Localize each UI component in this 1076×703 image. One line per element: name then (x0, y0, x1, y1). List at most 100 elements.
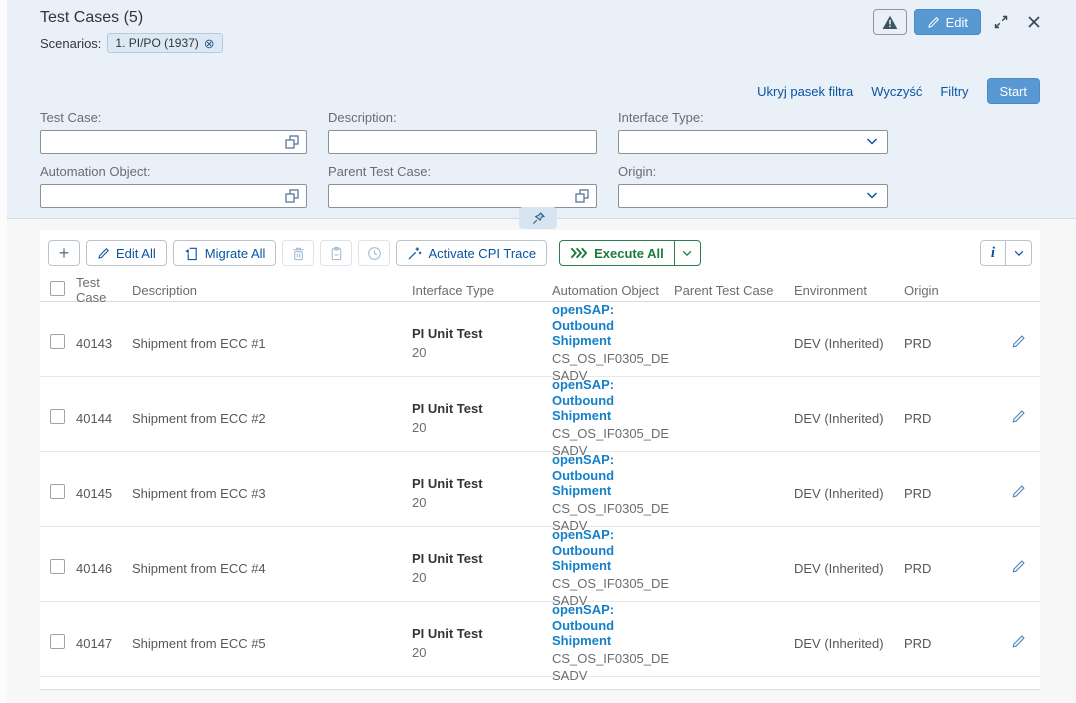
hide-filter-bar-link[interactable]: Ukryj pasek filtra (757, 84, 853, 99)
table-row: 40145 Shipment from ECC #3 PI Unit Test … (40, 452, 1040, 527)
chevron-down-icon[interactable] (865, 134, 881, 150)
select-all-checkbox[interactable] (50, 281, 65, 296)
column-header-automation-object[interactable]: Automation Object (552, 283, 674, 298)
test-case-input[interactable] (41, 131, 306, 153)
activate-cpi-trace-button[interactable]: Activate CPI Trace (396, 240, 547, 266)
parent-test-case-input[interactable] (329, 185, 596, 207)
pin-filter-bar-button[interactable] (519, 207, 557, 229)
filter-field-parent-test-case: Parent Test Case: (328, 164, 597, 208)
row-edit-button[interactable] (1011, 484, 1026, 499)
token-remove-icon[interactable]: ⊗ (204, 37, 215, 50)
cell-automation-object: openSAP: Outbound Shipment CS_OS_IF0305_… (552, 527, 674, 610)
table-header: Test Case Description Interface Type Aut… (40, 275, 1040, 302)
automation-object-link[interactable]: openSAP: Outbound Shipment (552, 302, 674, 349)
cell-interface-type: PI Unit Test 20 (412, 401, 552, 435)
cell-description: Shipment from ECC #1 (132, 336, 412, 351)
table-row: 40147 Shipment from ECC #5 PI Unit Test … (40, 602, 1040, 677)
cell-interface-type: PI Unit Test 20 (412, 326, 552, 360)
filter-field-interface-type: Interface Type: (618, 110, 888, 154)
add-button[interactable]: + (48, 240, 80, 266)
info-split-button: i (980, 240, 1032, 266)
execute-all-button[interactable]: Execute All (560, 241, 674, 265)
table-row: 40144 Shipment from ECC #2 PI Unit Test … (40, 377, 1040, 452)
scenarios-label: Scenarios: (40, 36, 101, 51)
execute-all-menu-arrow[interactable] (674, 241, 700, 265)
row-edit-button[interactable] (1011, 409, 1026, 424)
migrate-icon (184, 246, 199, 261)
cell-environment: DEV (Inherited) (794, 336, 904, 351)
cell-origin: PRD (904, 411, 996, 426)
page-title: Test Cases (5) (40, 9, 143, 27)
column-header-origin[interactable]: Origin (904, 283, 996, 298)
header-actions: Edit (873, 9, 1047, 35)
filter-field-automation-object: Automation Object: (40, 164, 307, 208)
cell-test-case: 40146 (76, 561, 132, 576)
cell-description: Shipment from ECC #4 (132, 561, 412, 576)
column-header-test-case[interactable]: Test Case (76, 275, 132, 305)
row-edit-button[interactable] (1011, 334, 1026, 349)
info-menu-arrow[interactable] (1005, 241, 1031, 265)
info-button[interactable]: i (981, 241, 1005, 265)
pencil-icon (927, 16, 940, 29)
column-header-environment[interactable]: Environment (794, 283, 904, 298)
row-checkbox[interactable] (50, 334, 65, 349)
expand-icon[interactable] (988, 9, 1014, 35)
origin-select[interactable] (618, 184, 888, 208)
wand-icon (407, 246, 422, 261)
column-header-interface-type[interactable]: Interface Type (412, 283, 552, 298)
start-button[interactable]: Start (987, 78, 1040, 104)
filter-field-description: Description: (328, 110, 597, 154)
filter-panel: Test Cases (5) Edit (7, 0, 1076, 219)
filter-fields: Test Case: Description: Interface Type: (40, 110, 888, 208)
cell-description: Shipment from ECC #3 (132, 486, 412, 501)
filters-link[interactable]: Filtry (940, 84, 968, 99)
cell-test-case: 40143 (76, 336, 132, 351)
column-header-description[interactable]: Description (132, 283, 412, 298)
clear-link[interactable]: Wyczyść (871, 84, 922, 99)
automation-object-link[interactable]: openSAP: Outbound Shipment (552, 602, 674, 649)
paste-icon-button (320, 240, 352, 266)
cell-environment: DEV (Inherited) (794, 561, 904, 576)
cell-interface-type: PI Unit Test 20 (412, 626, 552, 660)
warning-button[interactable] (873, 9, 907, 35)
cell-interface-type: PI Unit Test 20 (412, 551, 552, 585)
value-help-icon[interactable] (284, 188, 300, 204)
table-row: 40146 Shipment from ECC #4 PI Unit Test … (40, 527, 1040, 602)
automation-object-link[interactable]: openSAP: Outbound Shipment (552, 452, 674, 499)
table-row: 40143 Shipment from ECC #1 PI Unit Test … (40, 302, 1040, 377)
pencil-icon (97, 247, 110, 260)
close-icon[interactable] (1021, 9, 1047, 35)
edit-button[interactable]: Edit (914, 9, 981, 35)
cell-origin: PRD (904, 561, 996, 576)
cell-origin: PRD (904, 486, 996, 501)
automation-object-link[interactable]: openSAP: Outbound Shipment (552, 527, 674, 574)
cell-interface-type: PI Unit Test 20 (412, 476, 552, 510)
test-cases-view: Test Cases (5) Edit (0, 0, 1076, 703)
description-input[interactable] (329, 131, 596, 153)
column-header-parent-test-case[interactable]: Parent Test Case (674, 283, 794, 298)
pencil-icon (1011, 559, 1026, 574)
table-toolbar: + Edit All Migrate All (40, 230, 1040, 266)
chevron-down-icon[interactable] (865, 188, 881, 204)
filter-field-origin: Origin: (618, 164, 888, 208)
row-edit-button[interactable] (1011, 634, 1026, 649)
interface-type-select[interactable] (618, 130, 888, 154)
automation-object-link[interactable]: openSAP: Outbound Shipment (552, 377, 674, 424)
row-edit-button[interactable] (1011, 559, 1026, 574)
pencil-icon (1011, 409, 1026, 424)
value-help-icon[interactable] (284, 134, 300, 150)
value-help-icon[interactable] (574, 188, 590, 204)
row-checkbox[interactable] (50, 484, 65, 499)
delete-button (282, 240, 314, 266)
triple-chevron-icon (570, 247, 587, 259)
row-checkbox[interactable] (50, 559, 65, 574)
clock-icon (367, 246, 382, 261)
migrate-all-button[interactable]: Migrate All (173, 240, 277, 266)
automation-object-input[interactable] (41, 185, 306, 207)
cell-origin: PRD (904, 636, 996, 651)
edit-all-button[interactable]: Edit All (86, 240, 167, 266)
cell-environment: DEV (Inherited) (794, 636, 904, 651)
row-checkbox[interactable] (50, 409, 65, 424)
scenario-token[interactable]: 1. PI/PO (1937) ⊗ (107, 33, 222, 53)
row-checkbox[interactable] (50, 634, 65, 649)
